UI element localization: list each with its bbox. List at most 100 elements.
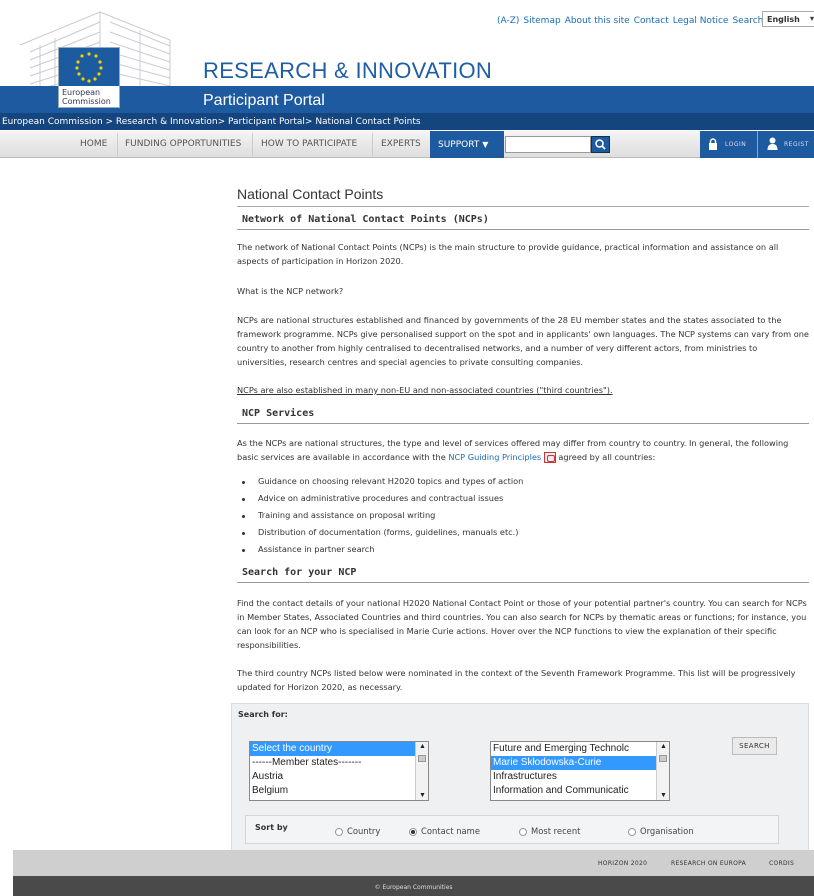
paragraph: Find the contact details of your nationa… (237, 598, 807, 650)
nav-divider (372, 133, 373, 156)
breadcrumb-current: National Contact Points (315, 117, 421, 127)
ncp-search-button[interactable]: SEARCH (732, 737, 777, 755)
user-icon (767, 137, 778, 150)
copyright-text: © European Communities (374, 884, 453, 891)
ncp-guiding-principles-link[interactable]: NCP Guiding Principles (448, 452, 541, 462)
register-button[interactable]: REGIST (758, 131, 814, 158)
logo-line-1: European (62, 88, 101, 97)
scrollbar[interactable]: ▲ ▼ (415, 742, 428, 800)
sort-by-label: Sort by (255, 823, 288, 832)
nav-support-label: SUPPORT (438, 140, 480, 150)
page-title: National Contact Points (237, 186, 384, 202)
search-for-label: Search for: (238, 710, 288, 719)
list-item: Training and assistance on proposal writ… (237, 510, 809, 527)
sort-most-recent-radio[interactable]: Most recent (519, 826, 580, 836)
list-option[interactable]: Austria (250, 770, 428, 784)
language-select[interactable]: English ▾ (762, 11, 814, 27)
nav-divider (252, 133, 253, 156)
main-nav: HOME FUNDING OPPORTUNITIES HOW TO PARTIC… (0, 131, 814, 158)
paragraph: As the NCPs are national structures, the… (237, 436, 809, 464)
scrollbar[interactable]: ▲ ▼ (656, 742, 669, 800)
scroll-up-icon[interactable]: ▲ (419, 743, 426, 750)
lock-icon (709, 138, 717, 150)
radio-label: Organisation (640, 826, 694, 836)
services-text-end: agreed by all countries: (558, 452, 656, 462)
footer-link-research-on-europa[interactable]: RESEARCH ON EUROPA (671, 860, 746, 867)
site-header: European Commission RESEARCH & INNOVATIO… (0, 0, 814, 108)
list-option[interactable]: Information and Communicatic (491, 784, 669, 798)
breadcrumb: European Commission > Research & Innovat… (0, 113, 814, 130)
link-contact[interactable]: Contact (634, 16, 669, 26)
paragraph: The network of National Contact Points (… (237, 242, 779, 266)
radio-circle[interactable] (335, 827, 343, 836)
section-heading-search-ncp: Search for your NCP (237, 567, 809, 583)
login-button[interactable]: LOGIN (700, 131, 758, 158)
nav-support[interactable]: SUPPORT ▼ (430, 131, 504, 158)
link-sitemap[interactable]: Sitemap (523, 16, 560, 26)
list-option[interactable]: ------Member states------- (250, 756, 428, 770)
scroll-down-icon[interactable]: ▼ (660, 792, 667, 799)
footer-copyright-bar: © European Communities (13, 876, 814, 896)
radio-circle[interactable] (519, 827, 527, 836)
search-button[interactable] (591, 136, 610, 153)
top-links: (A-Z) Sitemap About this site Contact Legal … (497, 16, 767, 26)
paragraph: What is the NCP network? (237, 286, 344, 296)
breadcrumb-separator: > (102, 117, 116, 127)
login-label: LOGIN (725, 141, 747, 148)
scroll-thumb[interactable] (659, 755, 667, 762)
link-legal-notice[interactable]: Legal Notice (673, 16, 729, 26)
radio-circle[interactable] (628, 827, 636, 836)
list-option[interactable]: Infrastructures (491, 770, 669, 784)
scroll-thumb[interactable] (418, 755, 426, 762)
breadcrumb-ec[interactable]: European Commission (2, 117, 103, 127)
scroll-up-icon[interactable]: ▲ (660, 743, 667, 750)
list-option[interactable]: Marie Skłodowska-Curie (491, 756, 669, 770)
scroll-down-icon[interactable]: ▼ (419, 792, 426, 799)
list-item: Assistance in partner search (237, 544, 809, 561)
list-item: Distribution of documentation (forms, gu… (237, 527, 809, 544)
radio-label: Country (347, 826, 381, 836)
theme-listbox[interactable]: Future and Emerging Technolc Marie Skłod… (490, 741, 670, 801)
footer-link-horizon2020[interactable]: HORIZON 2020 (598, 860, 647, 867)
breadcrumb-ri[interactable]: Research & Innovation (116, 117, 218, 127)
footer-links-bar: HORIZON 2020 RESEARCH ON EUROPA CORDIS (13, 850, 814, 876)
logo-caption: European Commission (58, 86, 120, 108)
radio-label: Most recent (531, 826, 581, 836)
nav-experts[interactable]: EXPERTS (381, 139, 421, 149)
radio-circle[interactable] (409, 827, 417, 836)
nav-divider (117, 133, 118, 156)
link-search[interactable]: Search (732, 16, 763, 26)
breadcrumb-portal[interactable]: Participant Portal (228, 117, 305, 127)
list-option[interactable]: Belgium (250, 784, 428, 798)
sort-country-radio[interactable]: Country (335, 826, 380, 836)
eu-stars-icon (75, 52, 103, 83)
list-option[interactable]: Select the country (250, 742, 428, 756)
search-icon (595, 139, 606, 150)
portal-title[interactable]: Participant Portal (203, 92, 325, 110)
site-title[interactable]: RESEARCH & INNOVATION (203, 58, 492, 84)
section-heading-ncp-network: Network of National Contact Points (NCPs… (237, 214, 809, 230)
language-value: English (767, 15, 800, 24)
nav-funding-opportunities[interactable]: FUNDING OPPORTUNITIES (125, 139, 241, 149)
pdf-icon[interactable] (543, 452, 556, 463)
radio-label: Contact name (421, 826, 480, 836)
logo-line-2: Commission (62, 97, 111, 106)
services-list: Guidance on choosing relevant H2020 topi… (237, 476, 809, 561)
nav-home[interactable]: HOME (80, 139, 107, 149)
link-a-z[interactable]: (A-Z) (497, 16, 519, 26)
search-input[interactable] (505, 136, 591, 153)
sort-contact-name-radio[interactable]: Contact name (409, 826, 480, 836)
link-about[interactable]: About this site (565, 16, 630, 26)
third-countries-link[interactable]: NCPs are also established in many non-EU… (237, 383, 809, 397)
footer-link-cordis[interactable]: CORDIS (769, 860, 794, 867)
nav-how-to-participate[interactable]: HOW TO PARTICIPATE (261, 139, 357, 149)
country-listbox[interactable]: Select the country ------Member states--… (249, 741, 429, 801)
chevron-down-icon: ▾ (809, 14, 814, 23)
paragraph: NCPs are national structures established… (237, 315, 809, 367)
sort-organisation-radio[interactable]: Organisation (628, 826, 694, 836)
chevron-down-icon: ▼ (482, 140, 489, 149)
paragraph: The third country NCPs listed below were… (237, 668, 796, 692)
divider (237, 206, 809, 207)
list-option[interactable]: Future and Emerging Technolc (491, 742, 669, 756)
breadcrumb-separator: > (217, 117, 228, 127)
